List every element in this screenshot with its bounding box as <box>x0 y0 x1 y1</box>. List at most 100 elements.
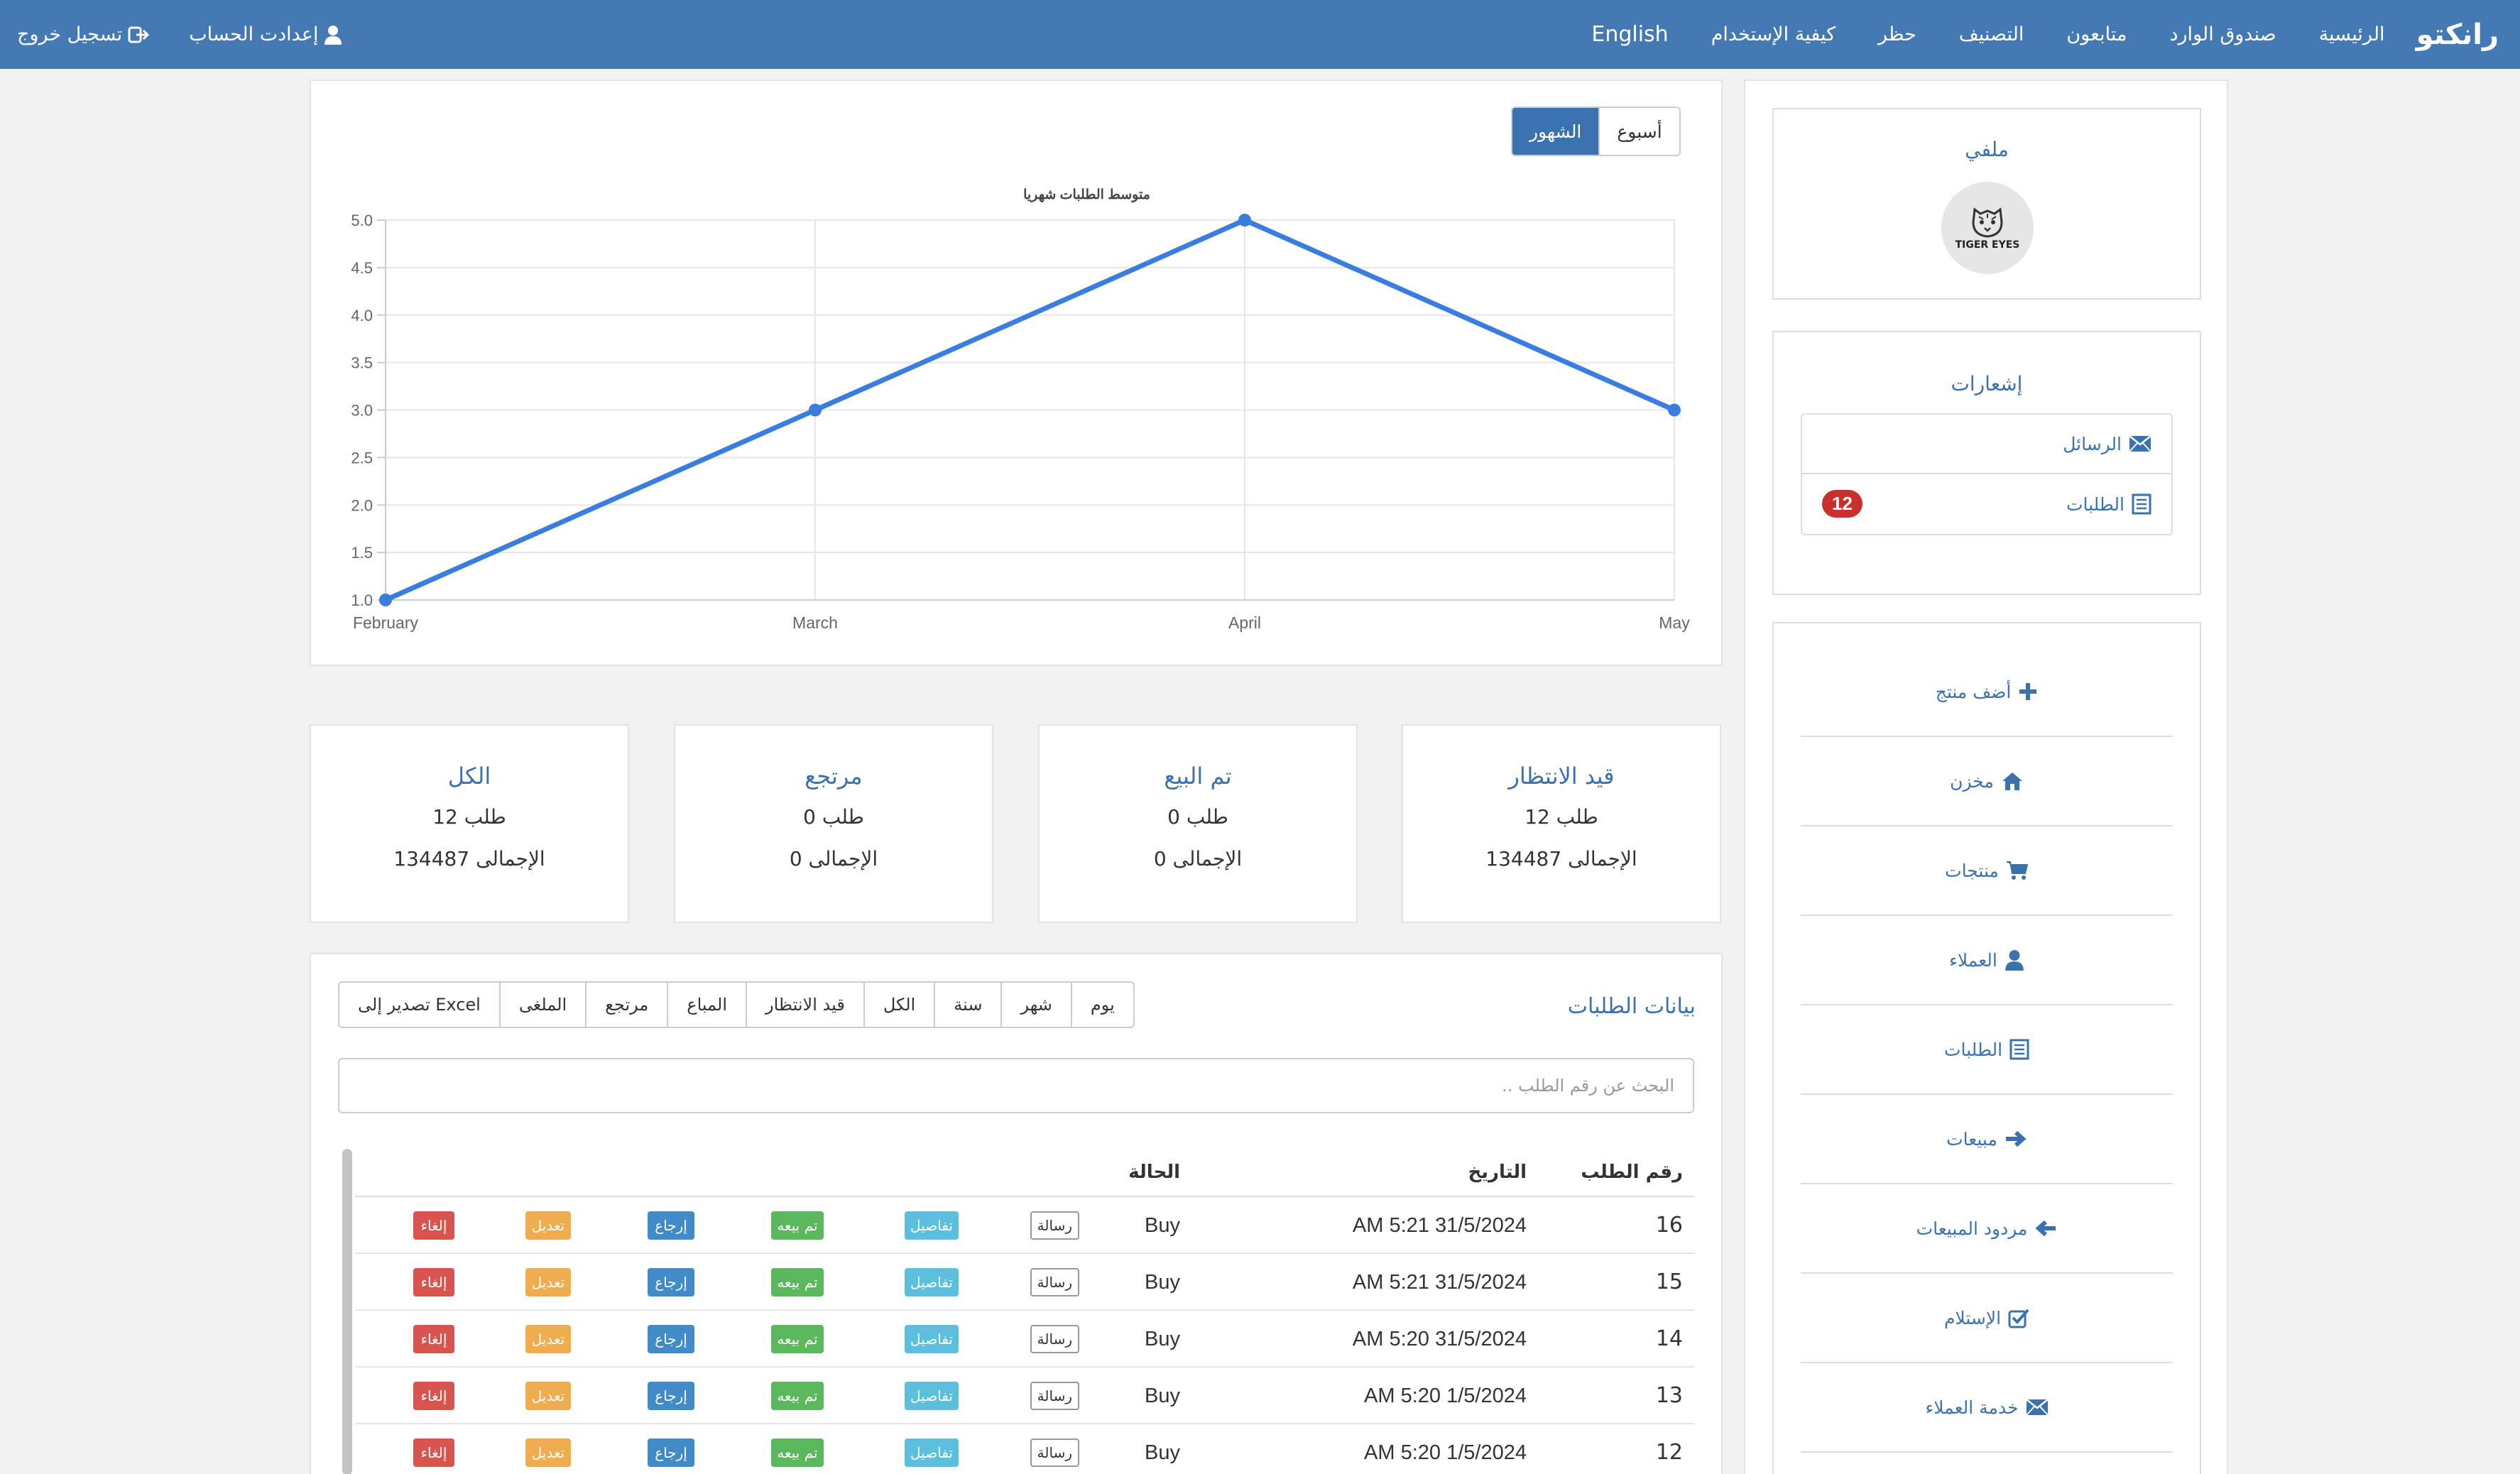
chart-title: متوسط الطلبات شهريا <box>1023 187 1150 202</box>
menu-add-product[interactable]: أضف منتج <box>1801 648 2173 737</box>
menu-label: الإستلام <box>1943 1307 2002 1328</box>
user-icon <box>324 25 342 45</box>
details-button[interactable]: تفاصيل <box>905 1211 959 1240</box>
menu-customers[interactable]: العملاء <box>1801 916 2173 1005</box>
details-button[interactable]: تفاصيل <box>905 1268 959 1296</box>
menu-orders[interactable]: الطلبات <box>1801 1005 2173 1095</box>
details-button[interactable]: تفاصيل <box>905 1382 959 1410</box>
filter-sold[interactable]: المباع <box>667 983 746 1027</box>
orders-table: رقم الطلب التاريخ الحالة 16 AM 5:21 31/5/… <box>355 1145 1694 1474</box>
menu-label: أضف منتج <box>1935 681 2012 702</box>
nav-language[interactable]: English <box>1591 22 1668 47</box>
mark-sold-button[interactable]: تم بيعه <box>771 1438 824 1467</box>
return-button[interactable]: إرجاع <box>648 1382 694 1410</box>
nav-home[interactable]: الرئيسية <box>2319 23 2385 45</box>
user-icon <box>2005 950 2024 971</box>
order-search-input[interactable] <box>338 1058 1694 1113</box>
y-tick-label: 2.0 <box>351 496 373 514</box>
order-status: Buy <box>1145 1385 1180 1407</box>
filter-day[interactable]: يوم <box>1070 983 1133 1027</box>
notif-orders[interactable]: الطلبات 12 <box>1802 474 2171 534</box>
mark-sold-button[interactable]: تم بيعه <box>771 1268 824 1296</box>
menu-warehouse[interactable]: مخزن <box>1801 737 2173 826</box>
envelope-icon <box>2129 435 2151 452</box>
order-status: Buy <box>1145 1441 1180 1464</box>
return-button[interactable]: إرجاع <box>648 1268 694 1296</box>
data-point <box>379 594 392 606</box>
account-settings-link[interactable]: إعدادت الحساب <box>189 23 342 45</box>
brand-logo[interactable]: رانكتو <box>2416 18 2499 51</box>
nav-ranking[interactable]: التصنيف <box>1959 23 2024 45</box>
return-button[interactable]: إرجاع <box>648 1211 694 1240</box>
menu-customer-service[interactable]: خدمة العملاء <box>1801 1363 2173 1453</box>
edit-button[interactable]: تعديل <box>525 1268 571 1296</box>
cancel-button[interactable]: إلغاء <box>413 1438 454 1467</box>
return-button[interactable]: إرجاع <box>648 1438 694 1467</box>
message-button[interactable]: رسالة <box>1030 1382 1079 1410</box>
header-status: الحالة <box>1128 1162 1180 1183</box>
message-button[interactable]: رسالة <box>1030 1211 1079 1240</box>
edit-button[interactable]: تعديل <box>525 1438 571 1467</box>
profile-avatar[interactable]: TIGER EYES <box>1941 182 2034 274</box>
filter-year[interactable]: سنة <box>934 983 1001 1027</box>
cancel-button[interactable]: إلغاء <box>413 1211 454 1240</box>
table-body: 16 AM 5:21 31/5/2024 Buy رسالة تفاصيل تم بيعه… <box>355 1197 1694 1474</box>
y-tick-label: 3.5 <box>351 354 373 372</box>
y-tick-label: 4.5 <box>351 259 373 277</box>
edit-button[interactable]: تعديل <box>525 1211 571 1240</box>
details-button[interactable]: تفاصيل <box>905 1325 959 1353</box>
stat-count: 0 طلب <box>803 805 864 829</box>
order-date: AM 5:21 31/5/2024 <box>1352 1214 1527 1237</box>
menu-sales[interactable]: مبيعات <box>1801 1095 2173 1184</box>
filter-month[interactable]: شهر <box>1000 983 1071 1027</box>
mark-sold-button[interactable]: تم بيعه <box>771 1325 824 1353</box>
table-scrollbar[interactable] <box>342 1149 352 1474</box>
filter-all[interactable]: الكل <box>863 983 934 1027</box>
stat-sum: 134487 الإجمالى <box>1485 847 1637 870</box>
stat-card-sold: تم البيع 0 طلب 0 الإجمالى <box>1038 724 1358 923</box>
stat-sum: 0 الإجمالى <box>1153 847 1243 870</box>
table-row: 12 AM 5:20 1/5/2024 Buy رسالة تفاصيل تم بيعه إ… <box>355 1424 1694 1474</box>
cancel-button[interactable]: إلغاء <box>413 1325 454 1353</box>
list-icon <box>2132 493 2151 515</box>
y-tick-label: 5.0 <box>351 212 373 229</box>
nav-followers[interactable]: متابعون <box>2066 23 2127 45</box>
nav-inbox[interactable]: صندوق الوارد <box>2170 23 2276 45</box>
order-date: AM 5:20 31/5/2024 <box>1352 1328 1527 1350</box>
stat-title: قيد الانتظار <box>1508 763 1615 790</box>
table-row: 16 AM 5:21 31/5/2024 Buy رسالة تفاصيل تم بيعه… <box>355 1197 1694 1254</box>
message-button[interactable]: رسالة <box>1030 1268 1079 1296</box>
menu-label: مبيعات <box>1946 1128 1997 1150</box>
nav-block[interactable]: حظر <box>1878 23 1916 45</box>
stat-card-returned: مرتجع 0 طلب 0 الإجمالى <box>674 724 993 923</box>
export-excel-button[interactable]: تصدير إلى Excel <box>339 983 499 1027</box>
filter-cancelled[interactable]: الملغى <box>498 983 586 1027</box>
notif-orders-label: الطلبات <box>2066 493 2124 515</box>
home-icon <box>2002 773 2022 790</box>
filter-pending[interactable]: قيد الانتظار <box>746 983 863 1027</box>
profile-title: ملفي <box>1965 138 2009 161</box>
menu-products[interactable]: منتجات <box>1801 826 2173 916</box>
menu-sales-returns[interactable]: مردود المبيعات <box>1801 1184 2173 1274</box>
edit-button[interactable]: تعديل <box>525 1382 571 1410</box>
details-button[interactable]: تفاصيل <box>905 1438 959 1467</box>
cancel-button[interactable]: إلغاء <box>413 1382 454 1410</box>
y-tick-label: 3.0 <box>351 402 373 420</box>
notif-messages[interactable]: الرسائل <box>1802 415 2171 474</box>
table-row: 14 AM 5:20 31/5/2024 Buy رسالة تفاصيل تم بيعه… <box>355 1311 1694 1367</box>
return-button[interactable]: إرجاع <box>648 1325 694 1353</box>
message-button[interactable]: رسالة <box>1030 1325 1079 1353</box>
filter-returned[interactable]: مرتجع <box>585 983 667 1027</box>
notifications-list: الرسائل الطلبات 12 <box>1801 413 2173 535</box>
logout-link[interactable]: تسجيل خروج <box>17 23 150 45</box>
message-button[interactable]: رسالة <box>1030 1438 1079 1467</box>
nav-how-to-use[interactable]: كيفية الإستخدام <box>1711 23 1836 45</box>
menu-receipt[interactable]: الإستلام <box>1801 1274 2173 1363</box>
menu-label: العملاء <box>1949 949 1997 971</box>
mark-sold-button[interactable]: تم بيعه <box>771 1382 824 1410</box>
cancel-button[interactable]: إلغاء <box>413 1268 454 1296</box>
mark-sold-button[interactable]: تم بيعه <box>771 1211 824 1240</box>
edit-button[interactable]: تعديل <box>525 1325 571 1353</box>
y-tick-label: 4.0 <box>351 307 373 324</box>
order-number: 13 <box>1655 1383 1683 1408</box>
